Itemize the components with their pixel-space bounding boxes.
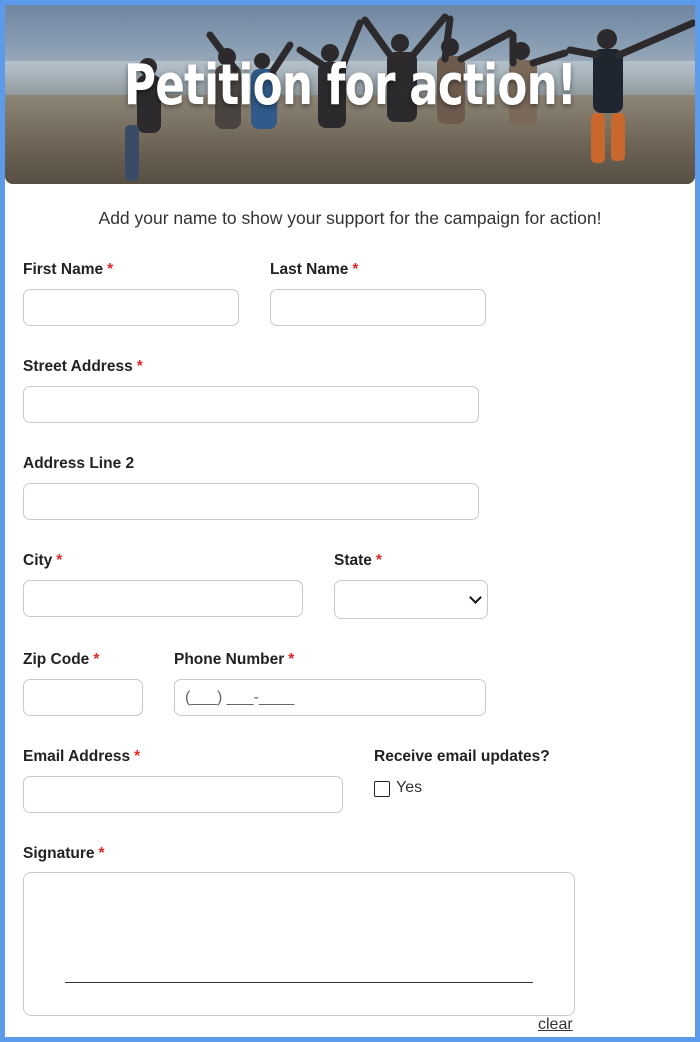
page-subtitle: Add your name to show your support for t… <box>98 208 602 228</box>
required-marker: * <box>56 552 63 569</box>
street-address-input[interactable] <box>23 386 479 423</box>
zip-code-input[interactable] <box>23 679 143 716</box>
city-label: City * <box>23 552 62 570</box>
state-label-text: State <box>334 552 372 569</box>
required-marker: * <box>107 261 114 278</box>
hero-banner: Petition for action! <box>5 5 695 184</box>
zip-code-label-text: Zip Code <box>23 651 90 668</box>
street-address-label-text: Street Address <box>23 358 133 375</box>
page-title: Petition for action! <box>123 53 577 118</box>
required-marker: * <box>98 845 105 862</box>
address-line2-label: Address Line 2 <box>23 455 134 473</box>
chevron-down-icon <box>469 591 482 604</box>
last-name-label: Last Name * <box>270 261 358 279</box>
address-line2-input[interactable] <box>23 483 479 520</box>
signature-label: Signature * <box>23 845 105 863</box>
zip-code-label: Zip Code * <box>23 651 99 669</box>
first-name-label: First Name * <box>23 261 113 279</box>
signature-pad[interactable] <box>23 872 575 1016</box>
required-marker: * <box>134 748 141 765</box>
email-updates-option-label: Yes <box>396 779 423 796</box>
required-marker: * <box>352 261 359 278</box>
city-input[interactable] <box>23 580 303 617</box>
address-line2-label-text: Address Line 2 <box>23 455 135 472</box>
phone-number-label: Phone Number * <box>174 651 294 669</box>
state-label: State * <box>334 552 382 570</box>
clear-signature-link[interactable]: clear <box>538 1016 573 1034</box>
required-marker: * <box>288 651 295 668</box>
signature-label-text: Signature <box>23 845 95 862</box>
required-marker: * <box>375 552 382 569</box>
email-address-label-text: Email Address <box>23 748 131 765</box>
state-select[interactable] <box>334 580 488 619</box>
signature-baseline <box>65 982 533 983</box>
last-name-label-text: Last Name <box>270 261 349 278</box>
email-updates-checkbox[interactable] <box>374 781 390 797</box>
phone-number-input[interactable] <box>174 679 486 716</box>
email-address-input[interactable] <box>23 776 343 813</box>
street-address-label: Street Address * <box>23 358 143 376</box>
city-label-text: City <box>23 552 53 569</box>
required-marker: * <box>93 651 100 668</box>
required-marker: * <box>136 358 143 375</box>
email-updates-label: Receive email updates? <box>374 748 550 765</box>
first-name-input[interactable] <box>23 289 239 326</box>
email-address-label: Email Address * <box>23 748 140 766</box>
last-name-input[interactable] <box>270 289 486 326</box>
petition-form-card: Petition for action! Add your name to sh… <box>5 5 695 1037</box>
phone-number-label-text: Phone Number <box>174 651 285 668</box>
first-name-label-text: First Name <box>23 261 104 278</box>
